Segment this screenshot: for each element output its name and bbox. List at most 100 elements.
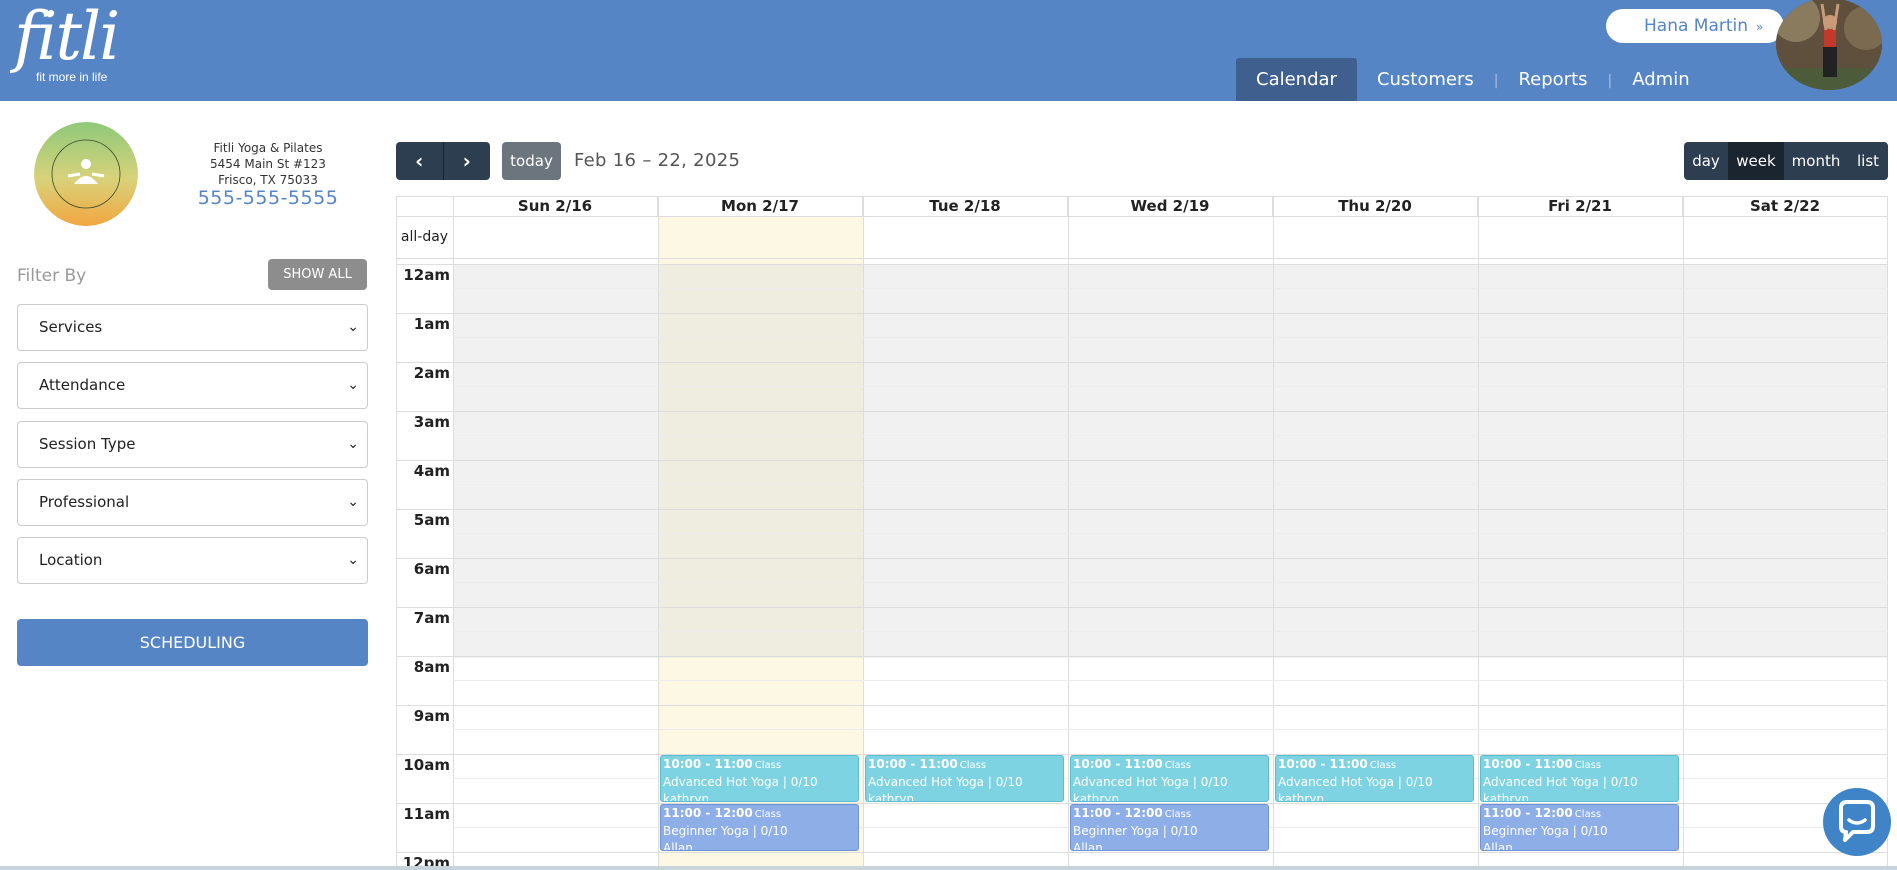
nav-admin[interactable]: Admin <box>1612 58 1709 101</box>
chevron-down-icon: ⌄ <box>347 436 359 452</box>
event-title: Beginner Yoga | 0/10 <box>1073 824 1198 838</box>
hour-line <box>396 362 1888 363</box>
location-select[interactable]: Location ⌄ <box>17 537 368 584</box>
half-hour-line <box>453 680 1888 681</box>
day-header-sat: Sat 2/22 <box>1683 197 1888 216</box>
hour-label: 11am <box>403 805 450 823</box>
hour-label: 12am <box>403 266 450 284</box>
calendar-event[interactable]: 11:00 - 12:00 Class Beginner Yoga | 0/10 Al… <box>1480 804 1679 851</box>
hour-line <box>396 656 1888 657</box>
event-instructor: Allan <box>1073 841 1103 851</box>
event-time: 10:00 - 11:00 <box>1073 757 1163 771</box>
filter-title: Filter By <box>17 266 87 286</box>
day-header-mon: Mon 2/17 <box>658 197 863 216</box>
chevron-down-icon: ⌄ <box>347 319 359 335</box>
calendar-event[interactable]: 10:00 - 11:00 Class Advanced Hot Yoga | 0/… <box>1070 755 1269 802</box>
scheduling-button[interactable]: SCHEDULING <box>17 619 368 666</box>
event-instructor: kathryn <box>1483 792 1530 802</box>
chat-button[interactable] <box>1823 788 1891 856</box>
hour-line <box>396 607 1888 608</box>
main-nav: Calendar Customers | Reports | Admin <box>1236 58 1710 101</box>
next-week-button[interactable]: › <box>442 142 490 180</box>
chevron-right-icon: › <box>462 149 471 173</box>
event-instructor: Allan <box>663 841 693 851</box>
calendar-event[interactable]: 10:00 - 11:00 Class Advanced Hot Yoga | 0/… <box>865 755 1064 802</box>
event-instructor: kathryn <box>1073 792 1120 802</box>
session-type-select[interactable]: Session Type ⌄ <box>17 421 368 468</box>
hour-label: 7am <box>413 609 450 627</box>
event-type: Class <box>1574 760 1602 771</box>
day-header-thu: Thu 2/20 <box>1273 197 1478 216</box>
studio-phone[interactable]: 555-555-5555 <box>193 187 343 209</box>
calendar-event[interactable]: 10:00 - 11:00 Class Advanced Hot Yoga | 0/… <box>1275 755 1474 802</box>
chevron-down-icon: ⌄ <box>347 552 359 568</box>
view-day-button[interactable]: day <box>1684 142 1728 180</box>
hour-line <box>396 509 1888 510</box>
nav-customers[interactable]: Customers <box>1357 58 1494 101</box>
chevron-left-icon: ‹ <box>415 149 424 173</box>
hour-label: 4am <box>413 462 450 480</box>
hour-line <box>396 313 1888 314</box>
event-time: 11:00 - 12:00 <box>1073 806 1163 820</box>
calendar-event[interactable]: 11:00 - 12:00 Class Beginner Yoga | 0/10 Al… <box>1070 804 1269 851</box>
half-hour-line <box>453 386 1888 387</box>
event-type: Class <box>1369 760 1397 771</box>
view-list-button[interactable]: list <box>1848 142 1888 180</box>
day-header-wed: Wed 2/19 <box>1068 197 1273 216</box>
event-title: Beginner Yoga | 0/10 <box>663 824 788 838</box>
nav-calendar[interactable]: Calendar <box>1236 58 1357 101</box>
half-hour-line <box>453 435 1888 436</box>
half-hour-line <box>453 582 1888 583</box>
attendance-select[interactable]: Attendance ⌄ <box>17 362 368 409</box>
bottom-scrollbar[interactable] <box>0 866 1897 870</box>
view-week-button[interactable]: week <box>1728 142 1784 180</box>
event-instructor: Allan <box>1483 841 1513 851</box>
services-select[interactable]: Services ⌄ <box>17 304 368 351</box>
select-value: Services <box>39 318 103 336</box>
today-button[interactable]: today <box>502 142 561 180</box>
hour-line <box>396 411 1888 412</box>
hour-label: 5am <box>413 511 450 529</box>
day-header-sun: Sun 2/16 <box>453 197 658 216</box>
calendar-event[interactable]: 11:00 - 12:00 Class Beginner Yoga | 0/10 Al… <box>660 804 859 851</box>
event-time-row: 11:00 - 12:00 Class <box>663 805 856 823</box>
half-hour-line <box>453 729 1888 730</box>
show-all-button[interactable]: SHOW ALL <box>268 259 367 290</box>
hour-line <box>396 460 1888 461</box>
address-line: Fitli Yoga & Pilates <box>213 141 323 155</box>
address-line: 5454 Main St #123 <box>210 157 326 171</box>
event-time-row: 10:00 - 11:00 Class <box>1278 756 1471 774</box>
event-type: Class <box>1574 809 1602 820</box>
avatar[interactable] <box>1776 0 1882 90</box>
event-time-row: 11:00 - 12:00 Class <box>1483 805 1676 823</box>
half-hour-line <box>453 533 1888 534</box>
event-type: Class <box>1164 809 1192 820</box>
event-time: 11:00 - 12:00 <box>1483 806 1573 820</box>
half-hour-line <box>453 288 1888 289</box>
all-day-row <box>396 216 1888 259</box>
hour-label: 6am <box>413 560 450 578</box>
prev-week-button[interactable]: ‹ <box>396 142 443 180</box>
event-type: Class <box>754 809 782 820</box>
view-month-button[interactable]: month <box>1784 142 1848 180</box>
chevron-double-down-icon: » <box>1756 20 1764 34</box>
user-menu[interactable]: Hana Martin » <box>1606 9 1784 43</box>
user-name: Hana Martin <box>1644 16 1749 36</box>
studio-logo <box>34 122 138 226</box>
event-title: Advanced Hot Yoga | 0/10 <box>663 775 818 789</box>
select-value: Professional <box>39 493 130 511</box>
half-hour-line <box>453 631 1888 632</box>
event-time: 10:00 - 11:00 <box>1278 757 1368 771</box>
day-header-tue: Tue 2/18 <box>863 197 1068 216</box>
fitli-logo[interactable]: fitli fit more in life <box>14 4 120 85</box>
professional-select[interactable]: Professional ⌄ <box>17 479 368 526</box>
hour-line <box>396 705 1888 706</box>
chat-bubble-icon <box>1839 800 1875 842</box>
event-type: Class <box>754 760 782 771</box>
calendar-event[interactable]: 10:00 - 11:00 Class Advanced Hot Yoga | 0/… <box>660 755 859 802</box>
hour-label: 9am <box>413 707 450 725</box>
calendar-event[interactable]: 10:00 - 11:00 Class Advanced Hot Yoga | 0/… <box>1480 755 1679 802</box>
prev-next-group: ‹ › <box>396 142 490 180</box>
nav-reports[interactable]: Reports <box>1498 58 1607 101</box>
event-time-row: 10:00 - 11:00 Class <box>663 756 856 774</box>
